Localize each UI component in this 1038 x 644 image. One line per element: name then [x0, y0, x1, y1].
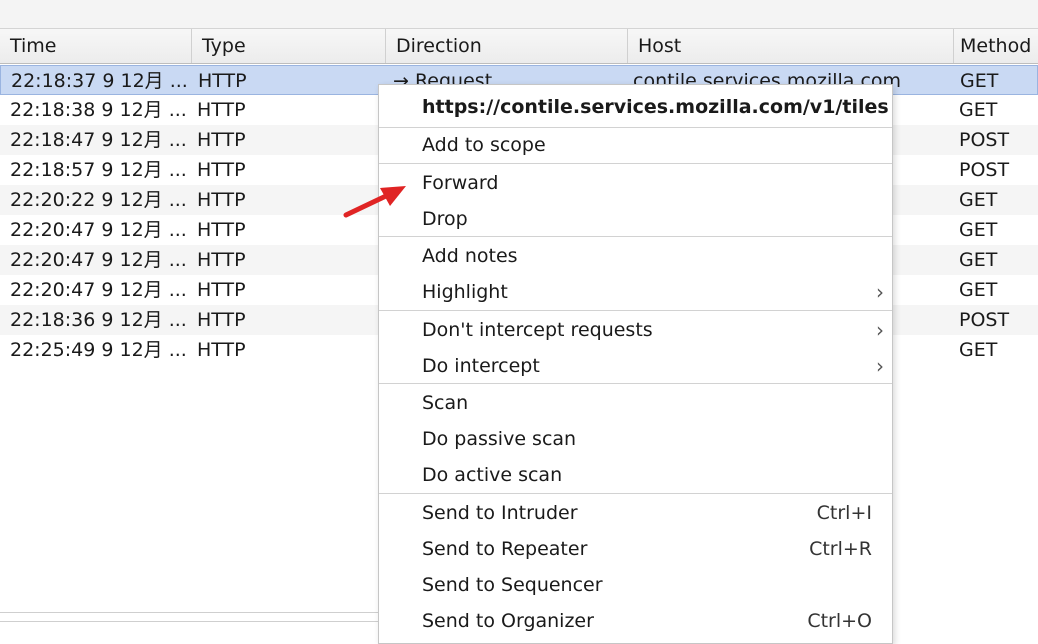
cell-method: GET	[959, 99, 998, 121]
menu-item-send-to-repeater[interactable]: Send to Repeater Ctrl+R	[379, 531, 892, 567]
cell-time: 22:18:57 9 12月 ...	[10, 159, 187, 181]
cell-time: 22:20:47 9 12月 ...	[10, 219, 187, 241]
chevron-right-icon: ›	[876, 354, 884, 378]
cell-method: GET	[959, 249, 998, 271]
menu-item-forward[interactable]: Forward	[379, 165, 892, 201]
cell-time: 22:18:36 9 12月 ...	[10, 309, 187, 331]
column-header-method[interactable]: Method	[954, 29, 1038, 63]
cell-method: GET	[959, 339, 998, 361]
red-arrow-icon	[343, 186, 406, 218]
menu-separator	[379, 383, 892, 384]
cell-time: 22:25:49 9 12月 ...	[10, 339, 187, 361]
cell-type: HTTP	[197, 339, 246, 361]
cell-type: HTTP	[197, 129, 246, 151]
context-menu: https://contile.services.mozilla.com/v1/…	[378, 84, 893, 644]
chevron-right-icon: ›	[876, 280, 884, 304]
menu-item-label: Send to Intruder	[422, 502, 578, 524]
menu-item-send-to-organizer[interactable]: Send to Organizer Ctrl+O	[379, 603, 892, 639]
chevron-right-icon: ›	[876, 318, 884, 342]
column-header-host[interactable]: Host	[628, 29, 954, 63]
menu-item-add-to-scope[interactable]: Add to scope	[379, 127, 892, 163]
menu-separator	[379, 493, 892, 494]
menu-item-passive-scan[interactable]: Do passive scan	[379, 421, 892, 457]
menu-separator	[379, 163, 892, 164]
cell-type: HTTP	[198, 70, 247, 92]
cell-type: HTTP	[197, 249, 246, 271]
cell-method: GET	[960, 70, 999, 92]
menu-item-add-notes[interactable]: Add notes	[379, 238, 892, 274]
cell-time: 22:20:47 9 12月 ...	[10, 249, 187, 271]
cell-method: GET	[959, 279, 998, 301]
column-header-direction[interactable]: Direction	[386, 29, 628, 63]
cell-type: HTTP	[197, 279, 246, 301]
menu-item-url: https://contile.services.mozilla.com/v1/…	[422, 96, 889, 118]
cell-method: GET	[959, 219, 998, 241]
shortcut-label: Ctrl+I	[816, 502, 872, 524]
shortcut-label: Ctrl+O	[807, 610, 872, 632]
menu-item-drop[interactable]: Drop	[379, 201, 892, 237]
menu-item-label: Do intercept	[422, 355, 540, 377]
table-header: Time Type Direction Host Method	[0, 28, 1038, 64]
menu-item-label: Don't intercept requests	[422, 319, 653, 341]
menu-item-label: Highlight	[422, 281, 508, 303]
menu-item-dont-intercept[interactable]: Don't intercept requests ›	[379, 312, 892, 348]
cell-method: POST	[959, 159, 1010, 181]
menu-item-send-to-intruder[interactable]: Send to Intruder Ctrl+I	[379, 495, 892, 531]
menu-separator	[379, 310, 892, 311]
cell-method: POST	[959, 309, 1010, 331]
cell-type: HTTP	[197, 99, 246, 121]
cell-time: 22:18:38 9 12月 ...	[10, 99, 187, 121]
toolbar-area	[0, 0, 1038, 28]
shortcut-label: Ctrl+R	[809, 538, 872, 560]
cell-type: HTTP	[197, 309, 246, 331]
menu-item-do-intercept[interactable]: Do intercept ›	[379, 348, 892, 384]
cell-time: 22:20:47 9 12月 ...	[10, 279, 187, 301]
column-header-type[interactable]: Type	[192, 29, 386, 63]
pane-divider[interactable]	[0, 612, 378, 622]
menu-item-scan[interactable]: Scan	[379, 385, 892, 421]
cell-type: HTTP	[197, 159, 246, 181]
cell-method: POST	[959, 129, 1010, 151]
menu-item-label: Send to Repeater	[422, 538, 588, 560]
menu-item-highlight[interactable]: Highlight ›	[379, 274, 892, 310]
menu-separator	[379, 236, 892, 237]
column-header-time[interactable]: Time	[0, 29, 192, 63]
menu-item-label: Send to Organizer	[422, 610, 594, 632]
cell-time: 22:18:47 9 12月 ...	[10, 129, 187, 151]
cell-method: GET	[959, 189, 998, 211]
menu-item-send-to-sequencer[interactable]: Send to Sequencer	[379, 567, 892, 603]
cell-time: 22:18:37 9 12月 ...	[11, 70, 188, 92]
menu-item-active-scan[interactable]: Do active scan	[379, 457, 892, 493]
cell-time: 22:20:22 9 12月 ...	[10, 189, 187, 211]
